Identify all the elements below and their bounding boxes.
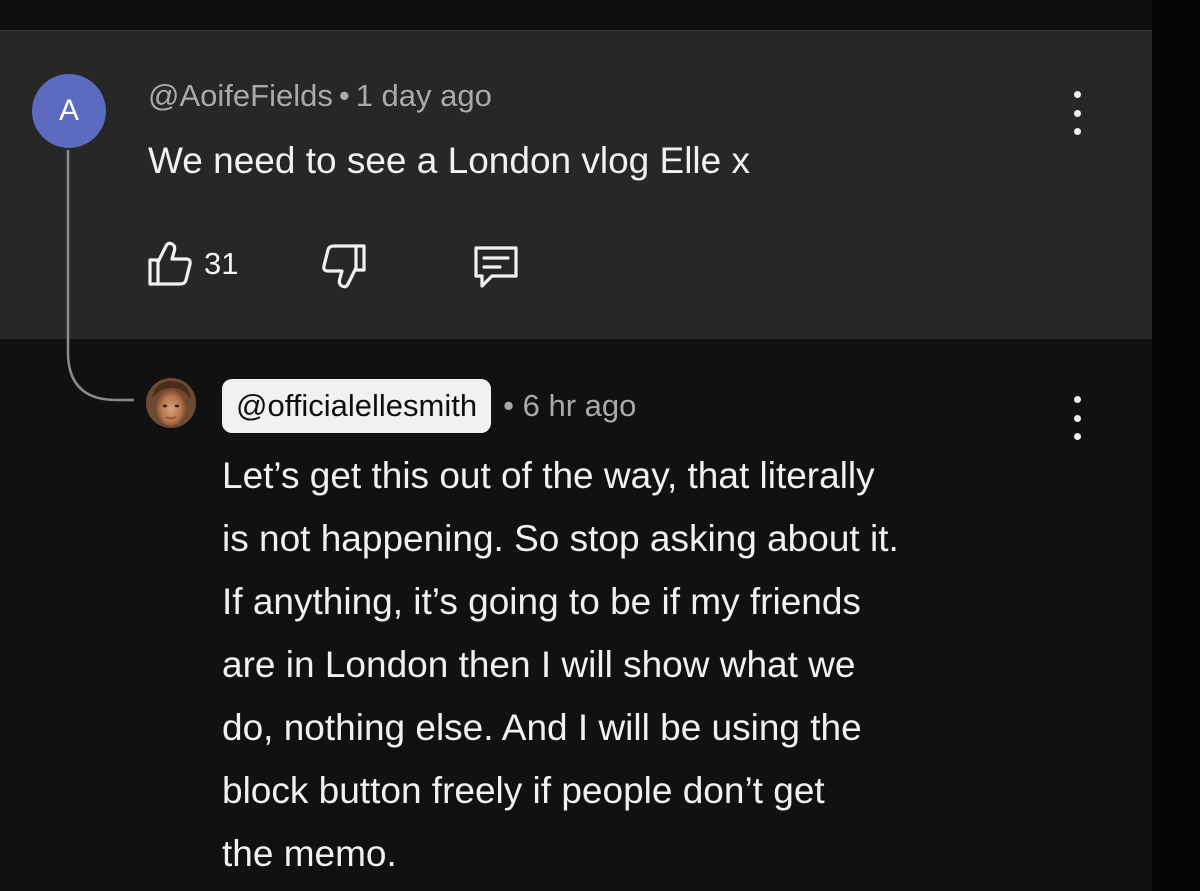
comment-text: We need to see a London vlog Elle x (148, 140, 751, 181)
reply-text-line: are in London then I will show what we (222, 644, 856, 685)
channel-owner-badge[interactable]: @officialellesmith (222, 379, 492, 433)
more-vert-icon[interactable] (1067, 91, 1087, 135)
thumbs-up-icon (148, 241, 192, 286)
like-count: 31 (204, 246, 239, 281)
comment-time[interactable]: 1 day ago (356, 78, 492, 113)
reply-text-line: If anything, it’s going to be if my frie… (222, 581, 861, 622)
profile-photo[interactable] (146, 378, 196, 428)
separator-dot: • (503, 388, 514, 423)
like-button[interactable]: 31 (144, 238, 238, 290)
author-name[interactable]: @AoifeFields (148, 78, 333, 113)
screen-edge (1152, 0, 1200, 891)
reply-time[interactable]: • 6 hr ago (503, 388, 636, 424)
avatar[interactable]: A (32, 74, 106, 148)
reply-text-line: Let’s get this out of the way, that lite… (222, 455, 875, 496)
reply-text: Let’s get this out of the way, that lite… (222, 444, 1102, 885)
reply-comment-icon (474, 246, 518, 288)
reply-text-line: is not happening. So stop asking about i… (222, 518, 899, 559)
comments-section: A @AoifeFields • 1 day ago We need to see … (0, 0, 1200, 891)
reply-text-line: the memo. (222, 833, 397, 874)
reply-button[interactable] (470, 240, 522, 297)
reply-meta: @officialellesmith • 6 hr ago (222, 378, 636, 434)
reply-time-value: 6 hr ago (522, 388, 637, 423)
reply-text-line: do, nothing else. And I will be using th… (222, 707, 862, 748)
more-vert-icon[interactable] (1067, 396, 1087, 440)
profile-photo-image (146, 378, 196, 428)
separator-dot: • (338, 78, 350, 113)
dislike-button[interactable] (318, 240, 370, 297)
thumbs-down-icon (322, 244, 366, 289)
reply-text-line: block button freely if people don’t get (222, 770, 825, 811)
previous-comment-edge (0, 0, 1152, 31)
comment-meta: @AoifeFields • 1 day ago (148, 78, 492, 114)
